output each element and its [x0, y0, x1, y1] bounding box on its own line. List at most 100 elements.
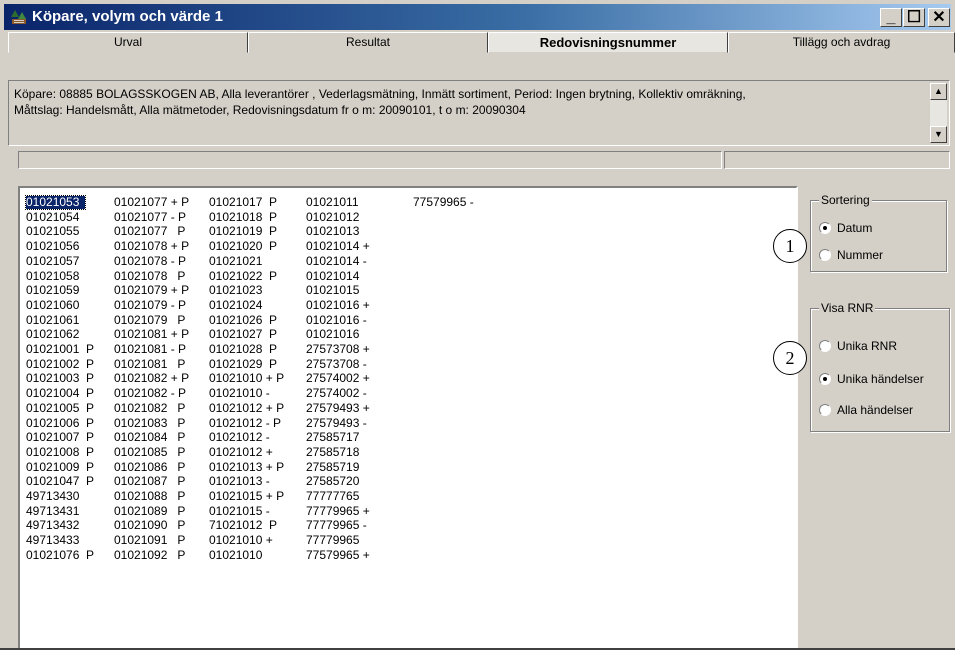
list-cell: 27585717 [306, 430, 360, 445]
list-cell: 01021088 P [114, 489, 186, 503]
list-item[interactable]: 01021076 P 01021092 P 01021010 77579965 + [26, 547, 786, 562]
radio-datum-dot[interactable] [819, 222, 831, 234]
list-item[interactable]: 01021006 P 01021083 P 01021012 - P 27579493… [26, 415, 786, 430]
list-item[interactable]: 01021058 01021078 P 01021022 P 01021014 [26, 268, 786, 283]
list-item[interactable]: 01021002 P 01021081 P 01021029 P 27573708 - [26, 356, 786, 371]
maximize-icon: ☐ [906, 9, 922, 26]
list-item[interactable]: 49713432 01021090 P 71021012 P 77779965 - [26, 519, 786, 532]
list-cell: 01021053 [24, 195, 87, 210]
list-item[interactable]: 01021061 01021079 P 01021026 P 01021016 - [26, 312, 786, 327]
list-item[interactable]: 49713430 01021088 P 01021015 + P 77777765 [26, 490, 786, 503]
list-cell: 01021012 + [209, 444, 273, 459]
sortering-group: Sortering Datum Nummer [810, 193, 947, 272]
list-cell: 01021004 P [26, 386, 95, 401]
tab-urval[interactable]: Urval [8, 32, 248, 53]
list-cell: 01021077 + P [114, 195, 190, 209]
list-item[interactable]: 01021003 P 01021082 + P 01021010 + P 275740… [26, 372, 786, 385]
tab-resultat[interactable]: Resultat [248, 32, 488, 53]
radio-nummer-label: Nummer [837, 248, 884, 262]
list-cell: 01021082 - P [114, 386, 187, 401]
list-cell: 01021014 - [306, 253, 367, 268]
list-cell: 01021085 P [114, 444, 186, 459]
app-window: Köpare, volym och värde 1 _ ☐ ✕ Urval Re… [0, 0, 955, 650]
list-cell: 01021011 [306, 195, 359, 209]
forest-app-icon [11, 10, 26, 24]
info-scrollbar[interactable]: ▲ ▼ [930, 83, 947, 143]
info-line-2: Måttslag: Handelsmått, Alla mätmetoder, … [14, 103, 526, 117]
minimize-button[interactable]: _ [880, 8, 902, 27]
list-item[interactable]: 01021047 P 01021087 P 01021013 - 27585720 [26, 475, 786, 488]
list-item[interactable]: 01021059 01021079 + P 01021023 01021015 [26, 284, 786, 297]
list-cell: 01021012 - [209, 430, 270, 445]
list-cell: 01021091 P [114, 533, 186, 548]
list-item[interactable]: 01021005 P 01021082 P 01021012 + P 27579493… [26, 400, 786, 415]
list-item[interactable]: 01021057 01021078 - P 01021021 01021014 - [26, 253, 786, 268]
list-cell: 01021022 P [209, 268, 278, 283]
list-cell: 27585720 [306, 474, 360, 489]
maximize-button[interactable]: ☐ [903, 8, 925, 27]
radio-unika-handelser-dot[interactable] [819, 373, 831, 385]
list-item[interactable]: 01021060 01021079 - P 01021024 01021016 + [26, 297, 786, 312]
radio-unika-rnr-dot[interactable] [819, 340, 831, 352]
tab-redovisningsnummer[interactable]: Redovisningsnummer [488, 32, 728, 53]
list-cell: 01021015 + P [209, 489, 285, 503]
tab-tillagg-och-avdrag[interactable]: Tillägg och avdrag [728, 32, 955, 53]
list-cell: 01021027 P [209, 327, 278, 342]
list-cell: 01021010 [209, 547, 263, 562]
list-cell: 01021029 P [209, 356, 278, 371]
sortering-legend: Sortering [819, 193, 872, 207]
scroll-down-icon[interactable]: ▼ [930, 126, 947, 143]
list-cell: 27573708 + [306, 342, 370, 356]
list-cell: 01021010 - [209, 386, 270, 401]
scroll-up-icon[interactable]: ▲ [930, 83, 947, 100]
list-cell: 77579965 + [306, 547, 370, 562]
list-cell: 77579965 - [413, 195, 474, 209]
info-line-1: Köpare: 08885 BOLAGSSKOGEN AB, Alla leve… [14, 87, 746, 101]
list-item[interactable]: 01021007 P 01021084 P 01021012 - 27585717 [26, 431, 786, 444]
list-item[interactable]: 49713431 01021089 P 01021015 - 77779965 + [26, 503, 786, 518]
list-cell: 01021062 [26, 327, 80, 342]
list-item[interactable]: 01021056 01021078 + P 01021020 P 01021014 + [26, 240, 786, 253]
list-cell: 01021013 + P [209, 459, 285, 474]
radio-unika-rnr-label: Unika RNR [837, 339, 898, 353]
list-cell: 49713432 [26, 518, 80, 533]
list-cell: 01021001 P [26, 342, 95, 356]
close-button[interactable]: ✕ [928, 8, 950, 27]
list-item[interactable]: 01021009 P 01021086 P 01021013 + P 27585719 [26, 459, 786, 474]
list-cell: 01021056 [26, 239, 80, 254]
list-cell: 77779965 [306, 533, 360, 548]
radio-alla-handelser-dot[interactable] [819, 404, 831, 416]
visa-rnr-legend: Visa RNR [819, 301, 876, 315]
list-item[interactable]: 01021001 P 01021081 - P 01021028 P 27573708… [26, 343, 786, 356]
list-cell: 01021079 + P [114, 283, 190, 298]
list-item[interactable]: 01021008 P 01021085 P 01021012 + 27585718 [26, 444, 786, 459]
list-cell: 01021076 P [26, 547, 95, 562]
list-cell: 01021083 P [114, 415, 186, 430]
list-item[interactable]: 01021004 P 01021082 - P 01021010 - 27574002… [26, 387, 786, 400]
list-item[interactable]: 01021062 01021081 + P 01021027 P 01021016 [26, 328, 786, 341]
list-cell: 01021003 P [26, 371, 95, 386]
rnr-list[interactable]: 01021053 01021077 + P 01021017 P 01021011 77… [18, 186, 798, 650]
list-cell: 01021082 + P [114, 371, 190, 386]
list-cell: 01021060 [26, 297, 80, 312]
list-cell: 01021009 P [26, 459, 95, 474]
list-cell: 49713433 [26, 533, 80, 548]
list-cell: 01021013 - [209, 474, 270, 489]
title-bar[interactable]: Köpare, volym och värde 1 _ ☐ ✕ [4, 4, 951, 30]
list-item[interactable]: 01021055 01021077 P 01021019 P 01021013 [26, 225, 786, 238]
selection-info-text: Köpare: 08885 BOLAGSSKOGEN AB, Alla leve… [14, 86, 919, 118]
list-cell: 27573708 - [306, 356, 367, 371]
list-cell: 49713430 [26, 489, 80, 503]
selection-info-box: Köpare: 08885 BOLAGSSKOGEN AB, Alla leve… [8, 80, 950, 146]
list-cell: 77779965 + [306, 503, 370, 518]
list-cell: 01021092 P [114, 547, 186, 562]
list-cell: 01021082 P [114, 400, 186, 415]
radio-nummer-dot[interactable] [819, 249, 831, 261]
list-item[interactable]: 01021054 01021077 - P 01021018 P 01021012 [26, 210, 786, 224]
list-item[interactable]: 01021053 01021077 + P 01021017 P 01021011 77… [24, 195, 786, 210]
list-cell: 01021047 P [26, 474, 95, 489]
list-cell: 01021016 - [306, 312, 367, 327]
list-cell: 01021015 - [209, 503, 270, 518]
list-item[interactable]: 49713433 01021091 P 01021010 + 77779965 [26, 534, 786, 547]
list-cell: 01021010 + P [209, 371, 285, 386]
